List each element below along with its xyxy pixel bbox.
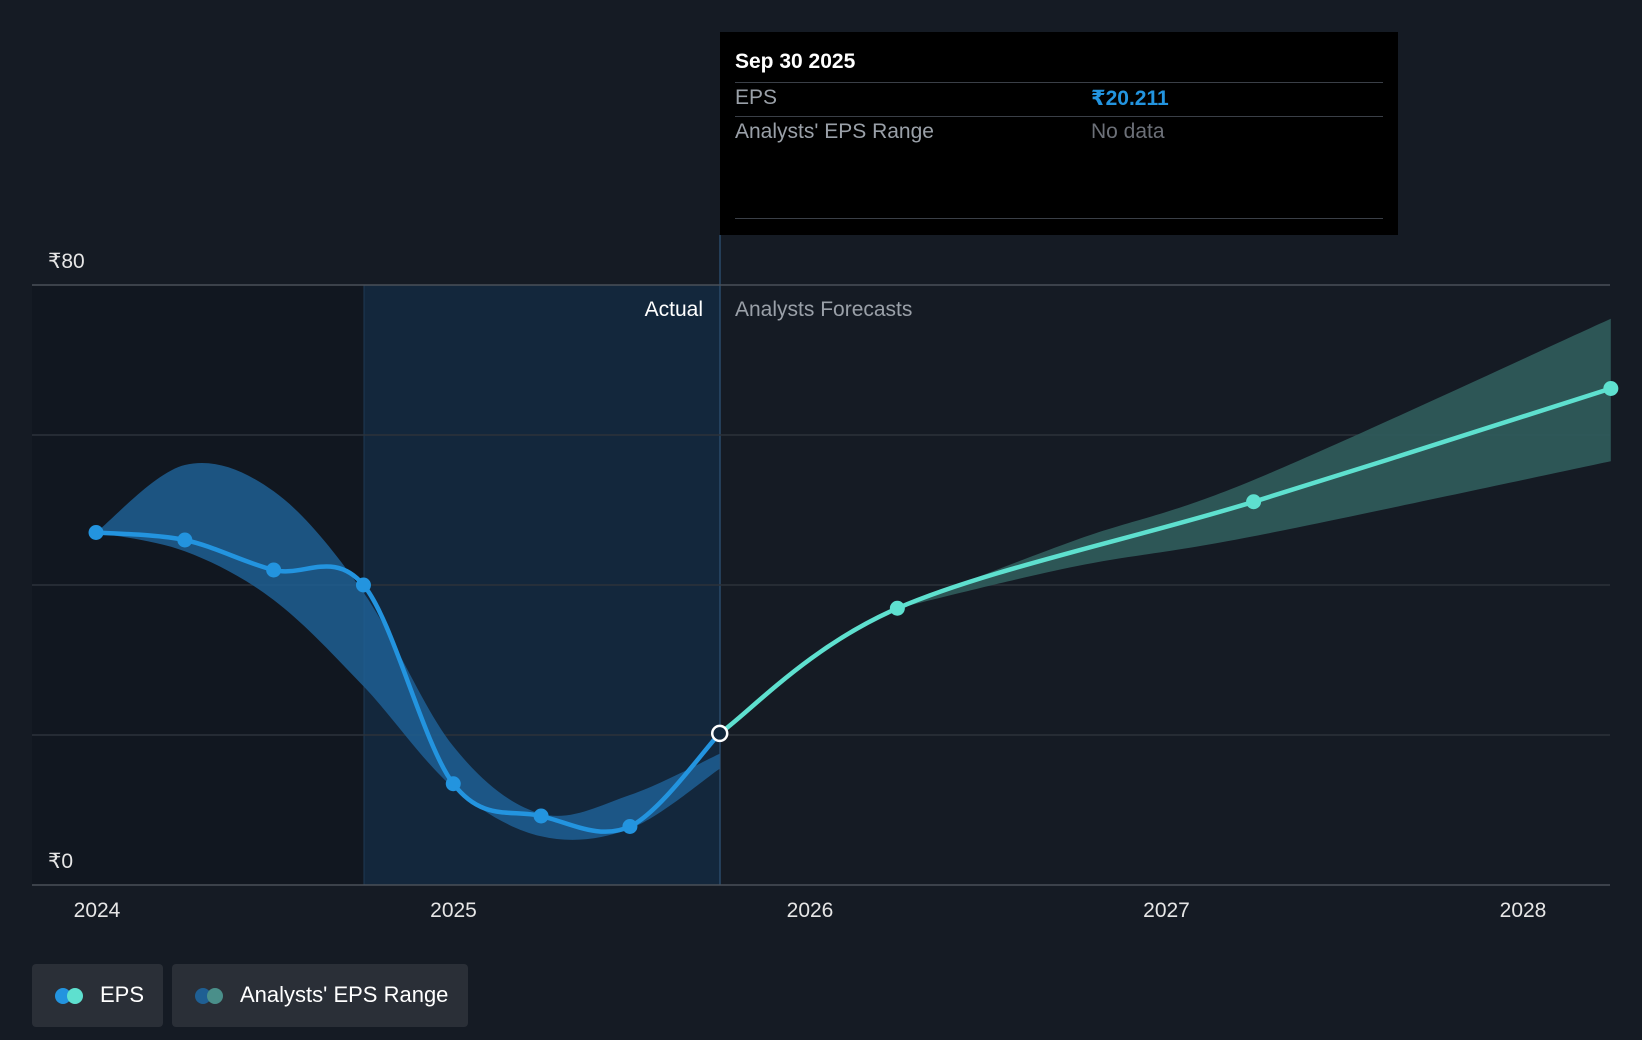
eps-data-point — [889, 600, 905, 616]
eps-data-point — [1603, 381, 1619, 396]
tooltip-eps-label: EPS — [735, 86, 778, 109]
eps-data-point — [533, 808, 549, 824]
legend-eps-button[interactable]: EPS — [32, 964, 163, 1027]
range-forecast-dot-icon — [207, 988, 223, 1004]
eps-data-point — [355, 577, 371, 593]
legend-range-label: Analysts' EPS Range — [240, 982, 449, 1007]
legend-eps-label: EPS — [100, 982, 145, 1007]
forecast-region-label: Analysts Forecasts — [735, 298, 912, 321]
y-tick-top: ₹80 — [48, 250, 85, 273]
tooltip-range-value: No data — [1091, 120, 1165, 143]
forecast-eps-range-band — [897, 318, 1611, 609]
x-tick-label: 2025 — [430, 899, 477, 922]
legend-range-button[interactable]: Analysts' EPS Range — [172, 964, 468, 1027]
tooltip-date: Sep 30 2025 — [735, 50, 856, 73]
x-tick-label: 2027 — [1143, 899, 1190, 922]
tooltip-divider — [735, 218, 1383, 219]
actual-region-label: Actual — [645, 298, 703, 321]
eps-highlight-point — [710, 724, 729, 743]
x-tick-label: 2028 — [1500, 899, 1547, 922]
tooltip-range-label: Analysts' EPS Range — [735, 120, 934, 143]
eps-forecast-dot-icon — [67, 988, 83, 1004]
tooltip-divider — [735, 82, 1383, 83]
eps-data-point — [1246, 494, 1262, 510]
eps-data-point — [445, 776, 461, 792]
x-tick-label: 2024 — [74, 899, 121, 922]
eps-data-point — [177, 532, 193, 548]
tooltip: Sep 30 2025 EPS ₹20.211 Analysts' EPS Ra… — [720, 32, 1398, 235]
eps-data-point — [266, 562, 282, 578]
tooltip-divider — [735, 116, 1383, 117]
eps-data-point — [622, 819, 638, 834]
y-tick-bottom: ₹0 — [48, 850, 73, 873]
eps-data-point — [88, 525, 104, 540]
x-tick-label: 2026 — [787, 899, 834, 922]
tooltip-eps-value: ₹20.211 — [1091, 87, 1169, 110]
